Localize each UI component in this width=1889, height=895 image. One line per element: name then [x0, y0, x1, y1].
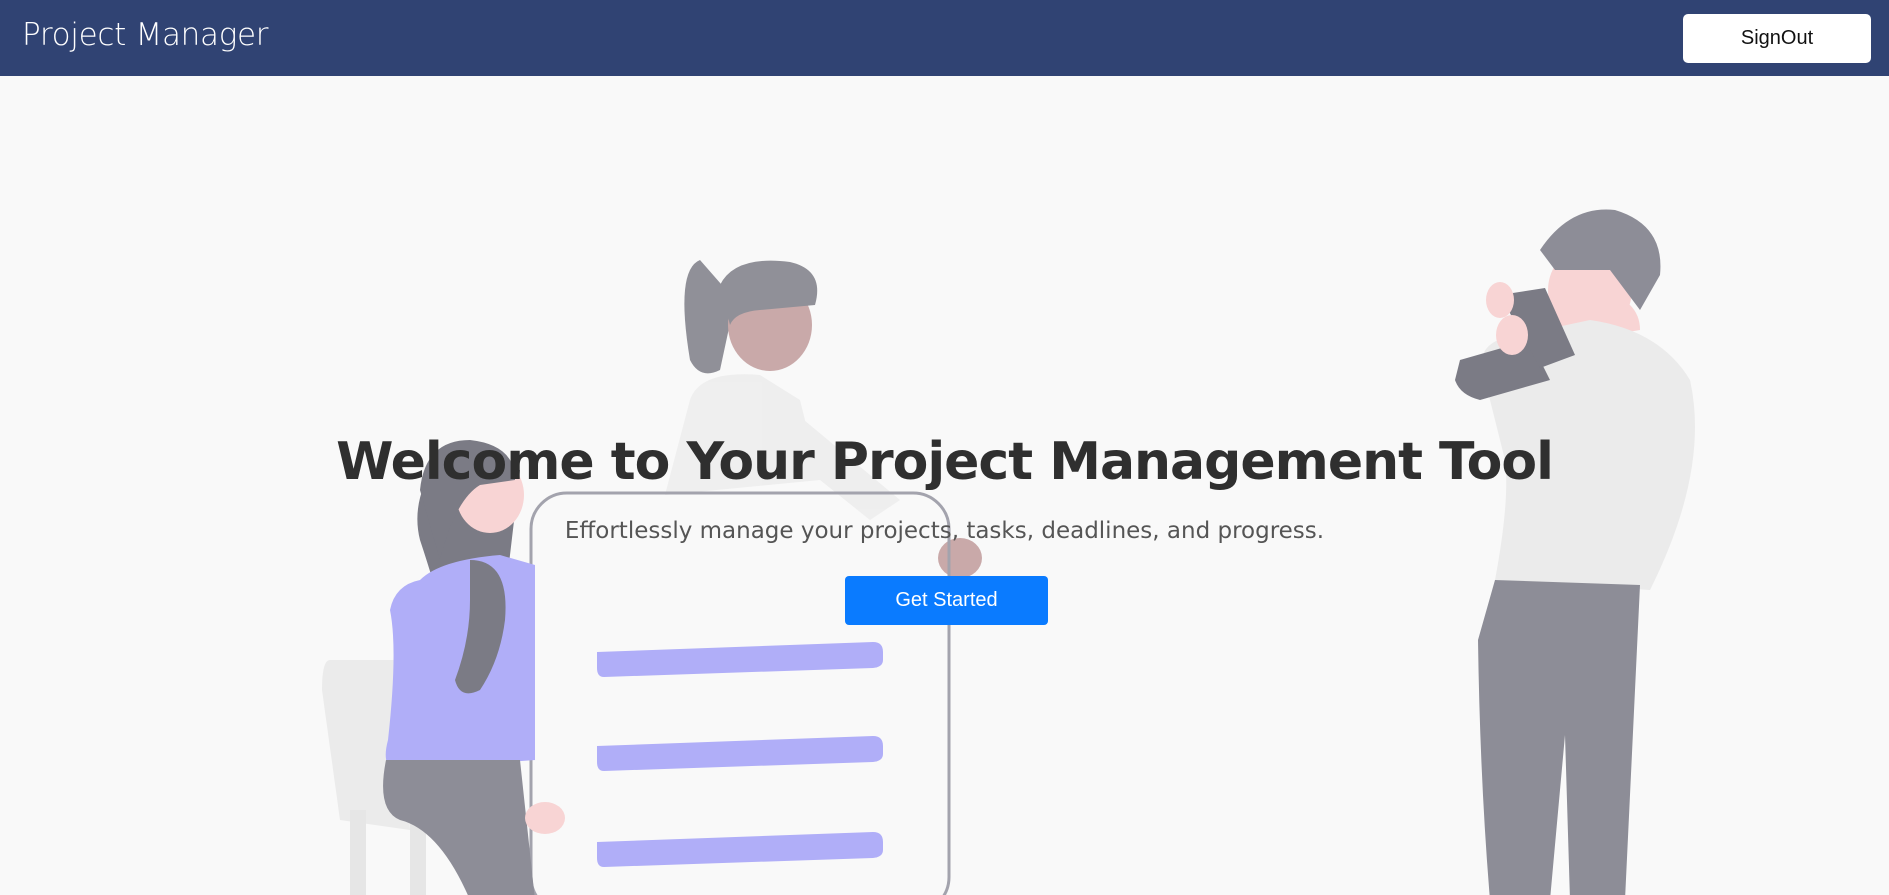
navbar: Project Manager SignOut — [0, 0, 1889, 76]
hero-subtitle: Effortlessly manage your projects, tasks… — [564, 518, 1325, 544]
get-started-button[interactable]: Get Started — [845, 576, 1048, 625]
hero-title: Welcome to Your Project Management Tool — [336, 432, 1554, 492]
hero-content: Welcome to Your Project Management Tool … — [0, 76, 1889, 895]
hero-section: Welcome to Your Project Management Tool … — [0, 76, 1889, 895]
brand-title[interactable]: Project Manager — [22, 20, 269, 51]
signout-button[interactable]: SignOut — [1683, 14, 1871, 63]
